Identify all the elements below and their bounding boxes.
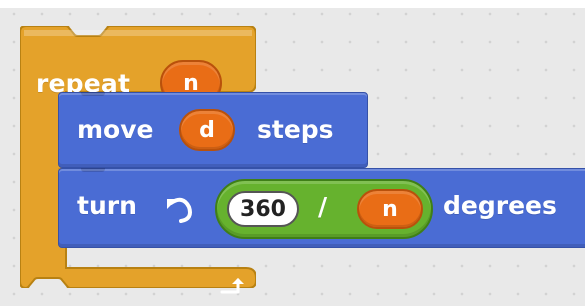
rotate-left-icon: [167, 197, 192, 223]
move-var[interactable]: d: [179, 109, 235, 151]
loop-arrow-icon: [220, 278, 244, 294]
steps-label: steps: [257, 115, 334, 144]
move-label: move: [77, 115, 154, 144]
scripts-canvas[interactable]: repeat n move d steps turn 360 / n degre…: [0, 0, 585, 306]
move-block[interactable]: move d steps: [58, 92, 368, 168]
turn-label: turn: [77, 191, 137, 220]
canvas-top-border: [0, 0, 585, 8]
turn-block[interactable]: turn 360 / n degrees: [58, 168, 585, 248]
degrees-input[interactable]: 360: [227, 191, 299, 227]
turn-var[interactable]: n: [357, 189, 423, 229]
divide-operator-block[interactable]: 360 / n: [215, 179, 433, 239]
degrees-label: degrees: [443, 191, 557, 220]
divide-operator: /: [318, 192, 328, 221]
